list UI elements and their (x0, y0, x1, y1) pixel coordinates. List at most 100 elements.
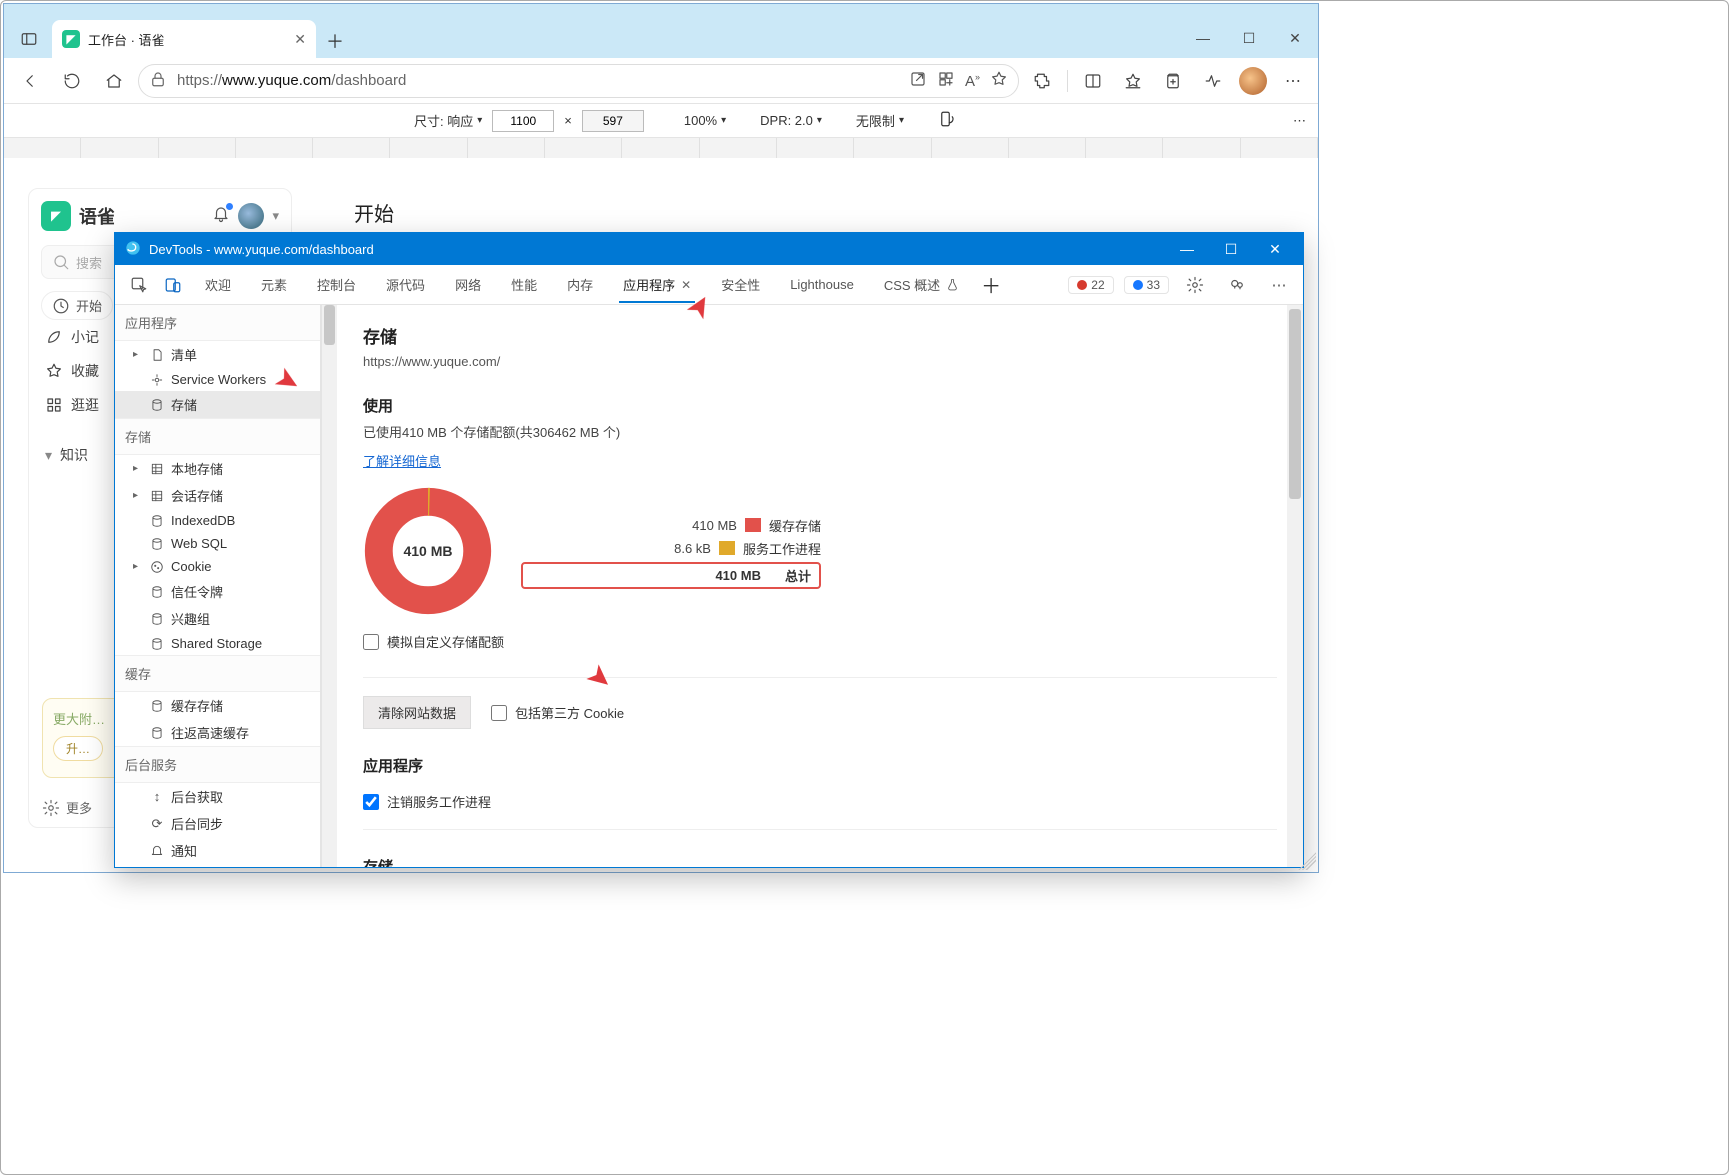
tab-close-icon[interactable]: ✕ (681, 278, 691, 292)
tab-performance[interactable]: 性能 (497, 267, 551, 302)
devtools-maximize-icon[interactable]: ☐ (1213, 233, 1249, 265)
tree-bfcache[interactable]: 往返高速缓存 (115, 719, 320, 746)
tab-lighthouse[interactable]: Lighthouse (776, 269, 868, 300)
group-storage: 存储 (115, 418, 320, 455)
tree-manifest[interactable]: ▸ 清单 (115, 341, 320, 368)
promo-button[interactable]: 升… (53, 736, 103, 761)
tree-session-storage[interactable]: ▸会话存储 (115, 482, 320, 509)
devtools-minimize-icon[interactable]: — (1169, 233, 1205, 265)
window-minimize-icon[interactable]: — (1180, 18, 1226, 58)
tab-css-overview[interactable]: CSS 概述 (870, 267, 973, 302)
inspect-icon[interactable] (123, 269, 155, 301)
browser-tab[interactable]: ◤ 工作台 · 语雀 ✕ (52, 20, 316, 58)
error-badge[interactable]: 22 (1068, 276, 1113, 294)
devtools-more-icon[interactable]: ⋯ (1263, 269, 1295, 301)
width-input[interactable] (492, 110, 554, 132)
dpr-dropdown[interactable]: DPR: 2.0 (760, 113, 822, 128)
feedback-icon[interactable] (1221, 269, 1253, 301)
tree-storage[interactable]: 存储 (115, 391, 320, 418)
add-tab-button[interactable]: ＋ (975, 269, 1007, 301)
tab-network[interactable]: 网络 (441, 267, 495, 302)
tab-welcome[interactable]: 欢迎 (191, 267, 245, 302)
main-scrollbar[interactable] (1287, 305, 1303, 867)
scroll-thumb[interactable] (324, 305, 335, 345)
app-main: 存储 https://www.yuque.com/ 使用 已使用410 MB 个… (337, 305, 1303, 867)
favorites-icon[interactable] (1116, 64, 1150, 98)
tab-security[interactable]: 安全性 (707, 267, 774, 302)
window-close-icon[interactable]: ✕ (1272, 18, 1318, 58)
performance-icon[interactable] (1196, 64, 1230, 98)
open-external-icon[interactable] (909, 70, 927, 92)
bell-icon[interactable] (212, 205, 230, 227)
throttle-dropdown[interactable]: 无限制 (856, 111, 904, 130)
tree-websql[interactable]: Web SQL (115, 532, 320, 555)
more-icon[interactable]: ⋯ (1276, 64, 1310, 98)
tree-shared-storage[interactable]: Shared Storage (115, 632, 320, 655)
collections-icon[interactable] (1156, 64, 1190, 98)
flask-icon (946, 278, 959, 291)
third-party-cookie-checkbox[interactable]: 包括第三方 Cookie (491, 703, 624, 722)
tree-trust-tokens[interactable]: 信任令牌 (115, 578, 320, 605)
devtools-titlebar[interactable]: DevTools - www.yuque.com/dashboard — ☐ ✕ (115, 233, 1303, 265)
info-badge[interactable]: 33 (1124, 276, 1169, 294)
tab-close-icon[interactable]: ✕ (294, 31, 306, 48)
tree-notifications[interactable]: 通知 (115, 837, 320, 864)
database-icon (149, 612, 165, 626)
window-maximize-icon[interactable]: ☐ (1226, 18, 1272, 58)
page-heading: 开始 (354, 198, 394, 227)
tab-console[interactable]: 控制台 (303, 267, 370, 302)
group-background: 后台服务 (115, 746, 320, 783)
sidebar-more[interactable]: 更多 (42, 798, 92, 817)
favorite-icon[interactable] (990, 70, 1008, 92)
legend-total: 410 MB 总计 (521, 562, 821, 589)
learn-more-link[interactable]: 了解详细信息 (363, 451, 441, 470)
tree-cache-storage[interactable]: 缓存存储 (115, 692, 320, 719)
tree-cookies[interactable]: ▸Cookie (115, 555, 320, 578)
devtools-close-icon[interactable]: ✕ (1257, 233, 1293, 265)
tree-service-workers[interactable]: Service Workers (115, 368, 320, 391)
tree-bg-fetch[interactable]: ↕后台获取 (115, 783, 320, 810)
profile-button[interactable] (1236, 64, 1270, 98)
rotate-icon[interactable] (938, 110, 956, 131)
refresh-button[interactable] (54, 63, 90, 99)
tab-elements[interactable]: 元素 (247, 267, 301, 302)
responsive-dropdown[interactable]: 尺寸: 响应 (414, 111, 482, 130)
devbar-more-icon[interactable]: ⋯ (1293, 113, 1306, 129)
url-field[interactable]: https://www.yuque.com/dashboard A» (138, 64, 1019, 98)
database-icon (149, 637, 165, 651)
tab-actions-icon[interactable] (10, 20, 48, 58)
url-text: https://www.yuque.com/dashboard (177, 72, 406, 89)
settings-icon[interactable] (1179, 269, 1211, 301)
resize-grip-icon[interactable] (1298, 852, 1316, 870)
clear-site-data-button[interactable]: 清除网站数据 (363, 696, 471, 729)
tree-indexeddb[interactable]: IndexedDB (115, 509, 320, 532)
apps-icon[interactable] (937, 70, 955, 92)
unregister-sw-checkbox[interactable]: 注销服务工作进程 (363, 792, 1277, 811)
device-toggle-icon[interactable] (157, 269, 189, 301)
tab-application[interactable]: 应用程序✕ (609, 267, 705, 302)
chevron-down-icon: ▾ (45, 447, 52, 464)
tree-local-storage[interactable]: ▸本地存储 (115, 455, 320, 482)
split-screen-icon[interactable] (1076, 64, 1110, 98)
extensions-icon[interactable] (1025, 64, 1059, 98)
storage-heading: 存储 (363, 323, 1277, 348)
new-tab-button[interactable]: ＋ (316, 24, 354, 58)
tab-sources[interactable]: 源代码 (372, 267, 439, 302)
tab-memory[interactable]: 内存 (553, 267, 607, 302)
scroll-thumb[interactable] (1289, 309, 1301, 499)
tree-bg-sync[interactable]: ⟳后台同步 (115, 810, 320, 837)
grid-icon (149, 462, 165, 476)
home-button[interactable] (96, 63, 132, 99)
sidebar-scrollbar[interactable] (321, 305, 337, 867)
reader-icon[interactable]: A» (965, 72, 980, 90)
height-input[interactable] (582, 110, 644, 132)
tree-payment[interactable]: 付款处理程序 (115, 864, 320, 867)
sidebar-item-start[interactable]: 开始 (41, 291, 113, 320)
avatar[interactable] (238, 203, 264, 229)
simulate-quota-checkbox[interactable]: 模拟自定义存储配额 (363, 632, 1277, 651)
legend-row: 410 MB 缓存存储 (521, 514, 821, 537)
zoom-dropdown[interactable]: 100% (684, 113, 726, 128)
tree-interest-groups[interactable]: 兴趣组 (115, 605, 320, 632)
chevron-down-icon[interactable]: ▾ (272, 208, 279, 224)
back-button[interactable] (12, 63, 48, 99)
